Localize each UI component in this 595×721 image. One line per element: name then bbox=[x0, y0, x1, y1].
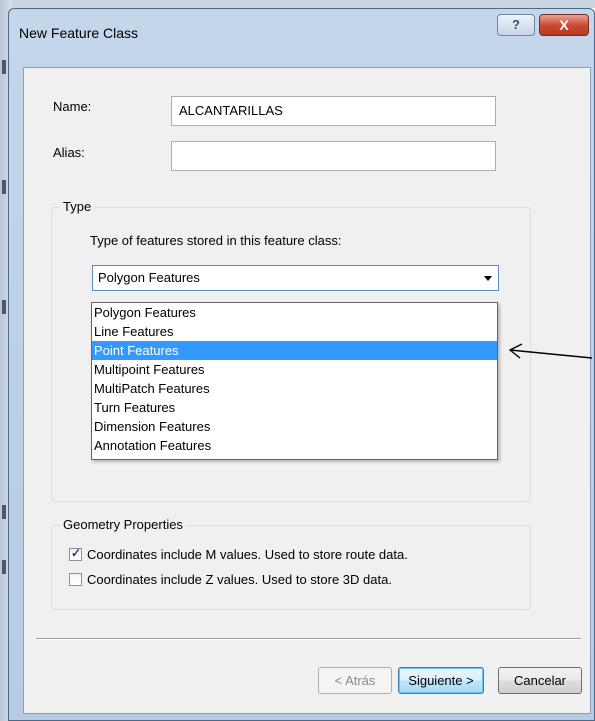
option-point-features[interactable]: Point Features bbox=[92, 341, 497, 360]
option-multipatch-features[interactable]: MultiPatch Features bbox=[92, 379, 497, 398]
background-mark bbox=[2, 60, 6, 74]
feature-type-dropdown-list: Polygon Features Line Features Point Fea… bbox=[91, 302, 498, 460]
feature-type-prompt: Type of features stored in this feature … bbox=[90, 233, 342, 248]
z-values-label: Coordinates include Z values. Used to st… bbox=[87, 572, 392, 587]
chevron-down-icon[interactable] bbox=[484, 276, 492, 281]
background-mark bbox=[2, 300, 6, 314]
footer-separator bbox=[36, 638, 581, 640]
m-values-option[interactable]: ✓ Coordinates include M values. Used to … bbox=[69, 546, 408, 562]
background-mark bbox=[2, 560, 6, 574]
option-turn-features[interactable]: Turn Features bbox=[92, 398, 497, 417]
help-button[interactable]: ? bbox=[497, 14, 535, 36]
back-button[interactable]: < Atrás bbox=[318, 667, 392, 694]
checkmark-icon: ✓ bbox=[71, 546, 82, 560]
m-values-label: Coordinates include M values. Used to st… bbox=[87, 547, 408, 562]
geometry-group-title: Geometry Properties bbox=[60, 517, 186, 532]
next-button[interactable]: Siguiente > bbox=[398, 667, 484, 694]
name-input[interactable]: ALCANTARILLAS bbox=[171, 96, 496, 126]
option-annotation-features[interactable]: Annotation Features bbox=[92, 436, 497, 455]
option-line-features[interactable]: Line Features bbox=[92, 322, 497, 341]
annotation-arrow-icon bbox=[508, 343, 592, 359]
alias-input[interactable] bbox=[171, 141, 496, 171]
background-mark bbox=[2, 505, 6, 519]
m-values-checkbox[interactable]: ✓ bbox=[69, 546, 82, 561]
background-mark bbox=[2, 180, 6, 194]
z-values-checkbox[interactable] bbox=[69, 573, 82, 586]
close-icon: X bbox=[559, 17, 569, 33]
new-feature-class-dialog: New Feature Class ? X Name: ALCANTARILLA… bbox=[8, 8, 595, 721]
cancel-button[interactable]: Cancelar bbox=[498, 667, 582, 694]
title-bar[interactable]: New Feature Class ? X bbox=[9, 9, 594, 53]
option-multipoint-features[interactable]: Multipoint Features bbox=[92, 360, 497, 379]
geometry-properties-group: Geometry Properties ✓ Coordinates includ… bbox=[51, 517, 531, 610]
alias-label: Alias: bbox=[53, 145, 85, 160]
feature-type-select[interactable]: Polygon Features bbox=[92, 265, 499, 291]
feature-type-selected-value: Polygon Features bbox=[98, 270, 200, 285]
help-icon: ? bbox=[512, 17, 520, 32]
close-button[interactable]: X bbox=[539, 14, 589, 36]
option-dimension-features[interactable]: Dimension Features bbox=[92, 417, 497, 436]
option-polygon-features[interactable]: Polygon Features bbox=[92, 303, 497, 322]
type-group-title: Type bbox=[60, 199, 95, 214]
background-desktop bbox=[0, 0, 595, 8]
name-label: Name: bbox=[53, 99, 92, 114]
dialog-client-area: Name: ALCANTARILLAS Alias: Type Type of … bbox=[23, 67, 591, 714]
z-values-option[interactable]: Coordinates include Z values. Used to st… bbox=[69, 572, 392, 587]
dialog-title: New Feature Class bbox=[19, 25, 139, 41]
